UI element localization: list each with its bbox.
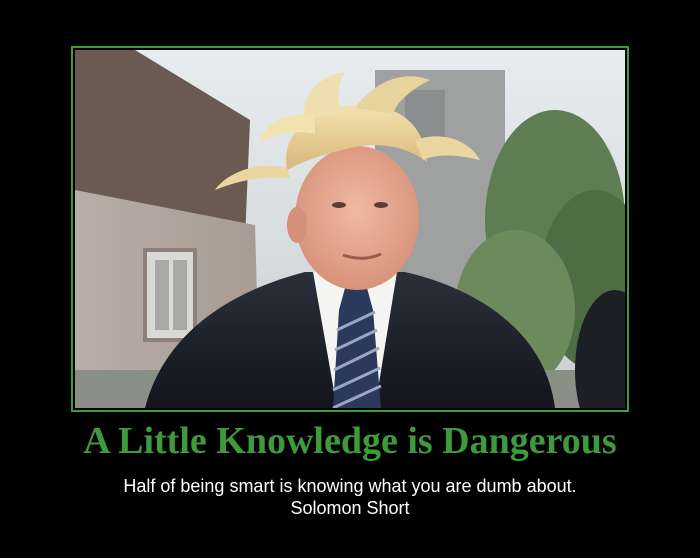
poster-title: A Little Knowledge is Dangerous [83,420,617,462]
photo-frame [71,46,629,412]
poster-attribution: Solomon Short [290,498,410,518]
motivational-poster: A Little Knowledge is Dangerous Half of … [0,0,700,558]
poster-photo [75,50,625,408]
poster-caption: Half of being smart is knowing what you … [0,475,700,519]
poster-quote: Half of being smart is knowing what you … [123,476,577,496]
